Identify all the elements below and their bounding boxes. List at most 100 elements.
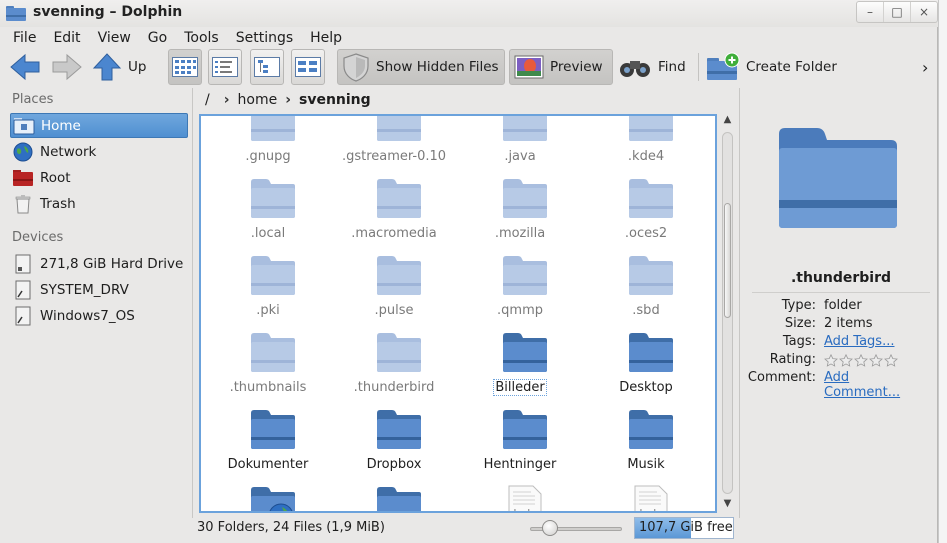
file-view-scrollbar[interactable]: ▲ ▼: [719, 114, 736, 513]
file-item-desktop[interactable]: Desktop: [583, 326, 709, 403]
show-hidden-files-label: Show Hidden Files: [376, 59, 499, 75]
file-name-text: .mozilla: [494, 226, 546, 241]
text-file-icon: txt: [501, 484, 549, 511]
menu-tools[interactable]: Tools: [178, 27, 225, 49]
menu-go[interactable]: Go: [142, 27, 173, 49]
file-item-dot-java[interactable]: .java: [457, 116, 583, 172]
add-comment-link[interactable]: Add Comment...: [824, 370, 934, 400]
file-name-text: .java: [504, 149, 536, 164]
file-item-dot-mozilla[interactable]: .mozilla: [457, 172, 583, 249]
file-name-label: .sbd: [583, 303, 709, 318]
file-item-dot-sbd[interactable]: .sbd: [583, 249, 709, 326]
toolbar-separator: [698, 53, 699, 81]
create-folder-button[interactable]: Create Folder: [706, 49, 856, 85]
menu-settings[interactable]: Settings: [230, 27, 299, 49]
star-icon[interactable]: [839, 354, 853, 367]
scroll-thumb[interactable]: [724, 203, 731, 318]
file-name-label: .local: [205, 226, 331, 241]
scroll-up-arrow-icon[interactable]: ▲: [719, 114, 736, 128]
hidden-folder-icon: [249, 176, 297, 220]
add-tags-link[interactable]: Add Tags...: [824, 334, 934, 349]
file-item-dot-gnupg[interactable]: .gnupg: [205, 116, 331, 172]
icons-view-button[interactable]: [168, 49, 202, 85]
back-button[interactable]: [8, 49, 42, 85]
close-button[interactable]: ×: [911, 2, 937, 22]
file-name-label: Dropbox: [331, 457, 457, 472]
breadcrumb-root[interactable]: /: [205, 92, 210, 108]
file-name-label: .kde4: [583, 149, 709, 164]
places-splitter[interactable]: [192, 88, 196, 518]
file-item-dot-oces2[interactable]: .oces2: [583, 172, 709, 249]
file-item-dot-qmmp[interactable]: .qmmp: [457, 249, 583, 326]
info-key: Type:: [781, 298, 816, 313]
file-item-dot-thunderbird[interactable]: .thunderbird: [331, 326, 457, 403]
public-folder-icon: [249, 484, 297, 511]
breadcrumb-home[interactable]: home: [238, 92, 278, 108]
forward-button[interactable]: [50, 49, 84, 85]
find-button[interactable]: Find: [618, 49, 688, 85]
free-space-indicator[interactable]: 107,7 GiB free: [634, 517, 734, 539]
file-item-dokumenter[interactable]: Dokumenter: [205, 403, 331, 480]
star-icon[interactable]: [869, 354, 883, 367]
file-item-dot-pulse[interactable]: .pulse: [331, 249, 457, 326]
menu-help[interactable]: Help: [304, 27, 348, 49]
binoculars-icon: [620, 61, 650, 77]
compact-view-button[interactable]: [208, 49, 242, 85]
breadcrumb-current[interactable]: svenning: [299, 92, 371, 108]
title-bar[interactable]: svenning – Dolphin – □ ×: [0, 0, 938, 27]
star-icon[interactable]: [824, 354, 838, 367]
toolbar-overflow-chevron-icon[interactable]: ›: [922, 49, 934, 85]
folder-icon: [627, 330, 675, 374]
free-space-label: 107,7 GiB free: [639, 520, 733, 535]
place-root[interactable]: Root: [10, 165, 188, 190]
folder-icon: [501, 407, 549, 451]
maximize-button[interactable]: □: [884, 2, 911, 22]
menu-edit[interactable]: Edit: [47, 27, 86, 49]
file-item-dot-macromedia[interactable]: .macromedia: [331, 172, 457, 249]
file-item-item-23[interactable]: txt: [583, 480, 709, 511]
columns-view-icon: [295, 57, 321, 77]
file-item-item-20[interactable]: [205, 480, 331, 511]
scroll-down-arrow-icon[interactable]: ▼: [719, 498, 736, 512]
file-item-billeder[interactable]: Billeder: [457, 326, 583, 403]
file-item-dot-gstreamer-0-10[interactable]: .gstreamer-0.10: [331, 116, 457, 172]
place-home[interactable]: Home: [10, 113, 188, 138]
menu-view[interactable]: View: [92, 27, 137, 49]
add-comment-link-line1[interactable]: Add: [824, 370, 849, 385]
file-view[interactable]: .gnupg .gstreamer-0.10 .java .kde4 .local .ma…: [199, 114, 717, 513]
details-view-button[interactable]: [250, 49, 284, 85]
file-name-label: .thumbnails: [205, 380, 331, 395]
hard-drive-icon: [12, 254, 34, 274]
minimize-button[interactable]: –: [857, 2, 884, 22]
star-icon[interactable]: [854, 354, 868, 367]
scroll-track[interactable]: [722, 132, 733, 494]
star-icon[interactable]: [884, 354, 898, 367]
file-item-dot-kde4[interactable]: .kde4: [583, 116, 709, 172]
file-item-musik[interactable]: Musik: [583, 403, 709, 480]
device-hard-drive[interactable]: 271,8 GiB Hard Drive: [10, 251, 188, 276]
device-system-drv[interactable]: SYSTEM_DRV: [10, 277, 188, 302]
file-name-label: .qmmp: [457, 303, 583, 318]
file-item-hentninger[interactable]: Hentninger: [457, 403, 583, 480]
file-item-item-21[interactable]: [331, 480, 457, 511]
file-item-dot-local[interactable]: .local: [205, 172, 331, 249]
place-network[interactable]: Network: [10, 139, 188, 164]
file-item-dropbox[interactable]: Dropbox: [331, 403, 457, 480]
device-windows7-os[interactable]: Windows7_OS: [10, 303, 188, 328]
preview-button[interactable]: Preview: [509, 49, 613, 85]
up-button[interactable]: Up: [92, 49, 152, 85]
shield-icon: [343, 53, 369, 82]
add-comment-link-line2[interactable]: Comment...: [824, 385, 900, 400]
info-splitter[interactable]: [739, 88, 743, 518]
folder-icon: [6, 6, 26, 21]
menu-file[interactable]: File: [7, 27, 42, 49]
zoom-slider-handle[interactable]: [541, 520, 558, 536]
rating-stars[interactable]: [824, 354, 934, 367]
file-item-dot-thumbnails[interactable]: .thumbnails: [205, 326, 331, 403]
show-hidden-files-button[interactable]: Show Hidden Files: [337, 49, 505, 85]
file-item-dot-pki[interactable]: .pki: [205, 249, 331, 326]
file-name-text: .gstreamer-0.10: [341, 149, 447, 164]
place-trash[interactable]: Trash: [10, 191, 188, 216]
file-item-item-22[interactable]: txt: [457, 480, 583, 511]
columns-view-button[interactable]: [291, 49, 325, 85]
